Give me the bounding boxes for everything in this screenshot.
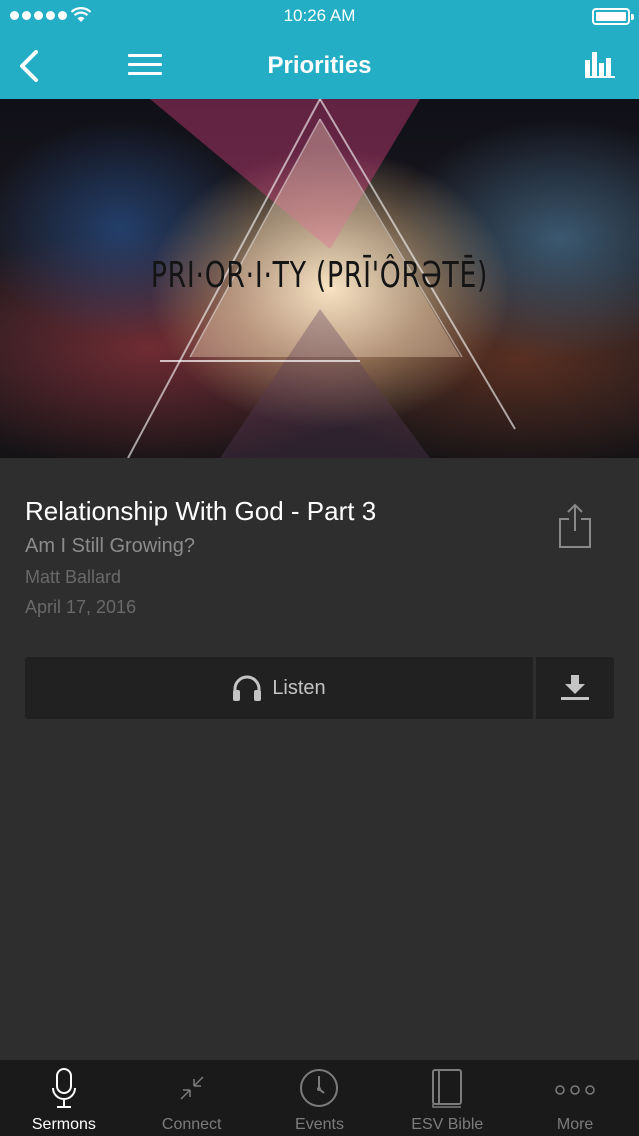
back-chevron-icon[interactable] (14, 48, 44, 84)
tab-connect[interactable]: Connect (128, 1060, 256, 1136)
share-icon[interactable] (557, 503, 593, 549)
download-icon (561, 675, 589, 700)
top-bar: 10:26 AM Priorities (0, 0, 639, 99)
headphones-icon (233, 675, 262, 701)
sermon-details: Relationship With God - Part 3 Am I Stil… (25, 496, 545, 618)
sermon-artwork: PRI·OR·I·TY (PRĪ'ÔRƏTĒ) (0, 99, 639, 458)
status-bar: 10:26 AM (0, 0, 639, 32)
more-dots-icon (555, 1085, 595, 1095)
listen-button[interactable]: Listen (25, 657, 533, 719)
artwork-title: PRI·OR·I·TY (PRĪ'ÔRƏTĒ) (150, 255, 489, 296)
listen-label: Listen (272, 676, 326, 699)
tab-esv-bible[interactable]: ESV Bible (383, 1060, 511, 1136)
sermon-title: Relationship With God - Part 3 (25, 496, 377, 526)
tab-label: Events (295, 1116, 344, 1133)
tab-label: Connect (161, 1116, 222, 1133)
nav-bar: Priorities (0, 32, 639, 99)
tab-label: ESV Bible (411, 1116, 484, 1133)
tab-label: Sermons (31, 1116, 96, 1133)
book-icon (432, 1069, 463, 1108)
download-button[interactable] (536, 657, 614, 719)
tab-events[interactable]: Events (256, 1060, 384, 1136)
sermon-date: April 17, 2016 (25, 597, 137, 617)
hamburger-menu-icon[interactable] (128, 54, 162, 76)
tab-label: More (556, 1116, 594, 1133)
sermon-subtitle: Am I Still Growing? (25, 535, 196, 557)
player-bar: Listen (25, 657, 614, 719)
tab-sermons[interactable]: Sermons (0, 1060, 128, 1136)
connect-arrows-icon (180, 1076, 204, 1100)
status-time: 10:26 AM (283, 6, 356, 25)
microphone-icon (51, 1068, 76, 1108)
sermon-speaker: Matt Ballard (25, 567, 122, 587)
tab-more[interactable]: More (511, 1060, 639, 1136)
page-title: Priorities (267, 52, 372, 79)
battery-icon (592, 8, 634, 25)
bar-chart-icon[interactable] (585, 50, 615, 78)
clock-icon (300, 1069, 339, 1107)
tab-bar: Sermons Connect Events ESV Bible More (0, 1060, 639, 1136)
